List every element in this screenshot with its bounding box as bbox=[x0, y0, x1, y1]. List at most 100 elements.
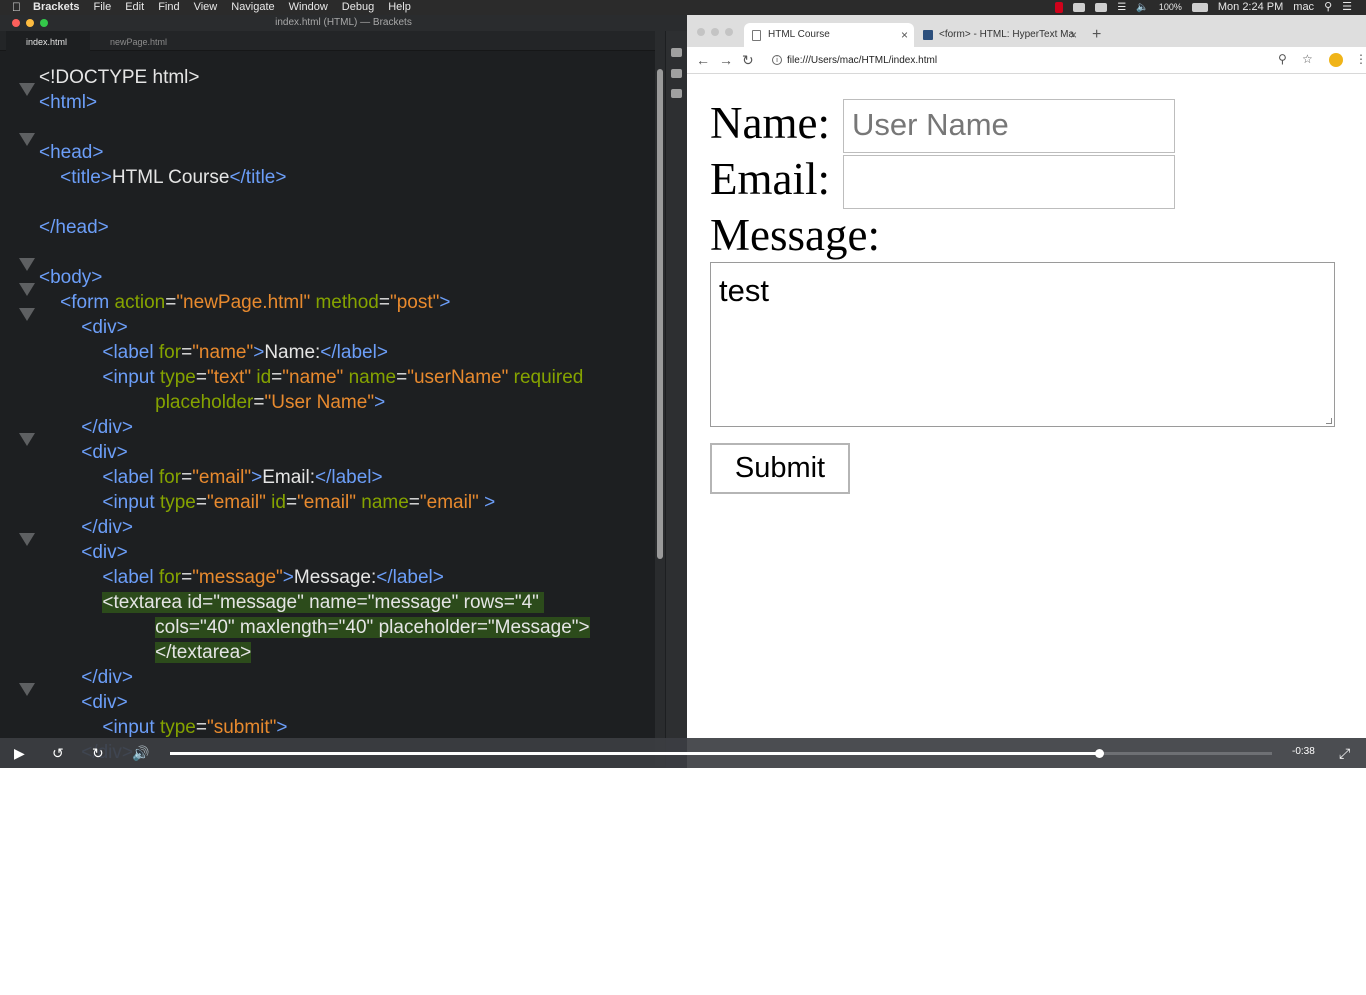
menu-item-debug[interactable]: Debug bbox=[342, 0, 374, 15]
address-bar[interactable]: i file:///Users/mac/HTML/index.html bbox=[767, 51, 1307, 70]
fold-arrow-icon[interactable] bbox=[19, 258, 35, 271]
home-icon[interactable] bbox=[671, 89, 682, 98]
fold-arrow-icon[interactable] bbox=[19, 133, 35, 146]
volume-icon[interactable]: 🔊 bbox=[132, 745, 149, 761]
menu-item-find[interactable]: Find bbox=[158, 0, 179, 15]
creative-cloud-icon[interactable] bbox=[1073, 3, 1086, 12]
menu-item-view[interactable]: View bbox=[194, 0, 218, 15]
zoom-window-button[interactable] bbox=[40, 19, 48, 27]
name-input[interactable]: User Name bbox=[843, 99, 1175, 153]
volume-icon[interactable]: 🔈 bbox=[1136, 0, 1148, 15]
name-label: Name: bbox=[710, 98, 830, 148]
forward-skip-icon[interactable]: ↻ bbox=[92, 745, 104, 761]
rewind-icon[interactable]: ↺ bbox=[52, 745, 64, 761]
code-token: = bbox=[378, 292, 390, 313]
close-tab-icon[interactable]: × bbox=[901, 23, 908, 47]
dropbox-icon[interactable] bbox=[1095, 3, 1108, 12]
email-input[interactable] bbox=[843, 155, 1175, 209]
progress-track[interactable] bbox=[170, 749, 1272, 758]
browser-tab-mdn[interactable]: <form> - HTML: HyperText Ma × bbox=[915, 23, 1083, 47]
code-line: placeholder="User Name"> bbox=[39, 390, 649, 415]
editor-tab-index[interactable]: index.html bbox=[6, 31, 90, 51]
reload-icon[interactable]: ↻ bbox=[742, 51, 754, 69]
back-icon[interactable]: ← bbox=[696, 51, 710, 69]
profile-avatar-icon[interactable] bbox=[1329, 53, 1343, 67]
message-textarea[interactable]: test bbox=[710, 262, 1335, 427]
code-token: = bbox=[271, 367, 283, 388]
browser-close-button[interactable] bbox=[697, 28, 705, 36]
brackets-editor: index.html (HTML) — Brackets index.html … bbox=[0, 15, 687, 768]
video-controls: ▶ ↺ ↻ 🔊 -0:38 ⤢ bbox=[0, 738, 1366, 768]
code-token: "email" bbox=[206, 492, 266, 513]
code-token: <div> bbox=[81, 317, 128, 338]
fold-arrow-icon[interactable] bbox=[19, 533, 35, 546]
menu-item-brackets[interactable]: Brackets bbox=[33, 0, 79, 15]
browser-tab-html-course[interactable]: HTML Course × bbox=[744, 23, 914, 47]
code-token: "email" bbox=[192, 467, 252, 488]
fold-arrow-icon[interactable] bbox=[19, 308, 35, 321]
code-token: required bbox=[508, 367, 584, 388]
spotlight-icon[interactable]: ⚲ bbox=[1324, 0, 1332, 15]
code-token: </div> bbox=[81, 667, 133, 688]
browser-minimize-button[interactable] bbox=[711, 28, 719, 36]
code-token: <div> bbox=[81, 692, 128, 713]
resize-grip-icon[interactable] bbox=[1326, 418, 1332, 424]
menu-item-window[interactable]: Window bbox=[289, 0, 328, 15]
code-token: "post" bbox=[389, 292, 440, 313]
wifi-icon[interactable]: ☰ bbox=[1117, 0, 1126, 15]
code-area[interactable]: <!DOCTYPE html> <html> <head> <title>HTML … bbox=[39, 65, 649, 765]
code-line: </div> bbox=[39, 415, 649, 440]
fold-arrow-icon[interactable] bbox=[19, 433, 35, 446]
progress-knob[interactable] bbox=[1094, 749, 1104, 758]
user-name[interactable]: mac bbox=[1293, 0, 1314, 15]
fold-arrow-icon[interactable] bbox=[19, 83, 35, 96]
fold-arrow-icon[interactable] bbox=[19, 283, 35, 296]
fullscreen-icon[interactable]: ⤢ bbox=[1339, 745, 1350, 761]
menu-dots-icon[interactable]: ⋮ bbox=[1355, 52, 1366, 66]
code-token: </label> bbox=[376, 567, 444, 588]
close-window-button[interactable] bbox=[12, 19, 20, 27]
close-tab-icon[interactable]: × bbox=[1070, 23, 1077, 47]
code-token: </label> bbox=[320, 342, 388, 363]
code-line: <form action="newPage.html" method="post… bbox=[39, 290, 649, 315]
record-icon[interactable] bbox=[1055, 2, 1064, 13]
submit-button[interactable]: Submit bbox=[710, 443, 850, 494]
editor-scrollbar-thumb[interactable] bbox=[657, 69, 663, 559]
live-preview-icon[interactable] bbox=[671, 48, 682, 57]
code-token: "userName" bbox=[407, 367, 509, 388]
extension-manager-icon[interactable] bbox=[671, 69, 682, 78]
notification-center-icon[interactable]: ☰ bbox=[1342, 0, 1352, 15]
editor-tab-newpage[interactable]: newPage.html bbox=[90, 31, 190, 51]
code-token: method bbox=[310, 292, 379, 313]
code-line: cols="40" maxlength="40" placeholder="Me… bbox=[39, 615, 649, 640]
menu-item-edit[interactable]: Edit bbox=[125, 0, 144, 15]
fold-arrow-icon[interactable] bbox=[19, 683, 35, 696]
menu-item-navigate[interactable]: Navigate bbox=[231, 0, 274, 15]
bookmark-star-icon[interactable]: ☆ bbox=[1302, 52, 1313, 66]
battery-icon[interactable] bbox=[1191, 3, 1208, 12]
clock[interactable]: Mon 2:24 PM bbox=[1218, 0, 1283, 15]
zoom-icon[interactable]: ⚲ bbox=[1278, 52, 1287, 66]
apple-icon[interactable]:  bbox=[12, 0, 21, 15]
code-token: <input bbox=[102, 367, 160, 388]
play-icon[interactable]: ▶ bbox=[14, 745, 25, 761]
code-token: = bbox=[396, 367, 408, 388]
minimize-window-button[interactable] bbox=[26, 19, 34, 27]
code-line: <html> bbox=[39, 90, 649, 115]
browser-zoom-button[interactable] bbox=[725, 28, 733, 36]
menu-item-help[interactable]: Help bbox=[388, 0, 411, 15]
code-token: "text" bbox=[206, 367, 252, 388]
menu-item-file[interactable]: File bbox=[93, 0, 111, 15]
code-token: <div> bbox=[81, 442, 128, 463]
code-token: <textarea id="message" name="message" ro… bbox=[102, 592, 545, 613]
code-token: "submit" bbox=[206, 717, 277, 738]
fold-gutter bbox=[0, 52, 36, 752]
screen:  Brackets File Edit Find View Navigate Window… bbox=[0, 0, 1366, 768]
forward-icon[interactable]: → bbox=[719, 51, 733, 69]
info-icon[interactable]: i bbox=[772, 55, 782, 65]
editor-side-toolbar bbox=[666, 31, 687, 768]
editor-scrollbar[interactable] bbox=[655, 31, 665, 766]
new-tab-button[interactable]: + bbox=[1092, 25, 1101, 45]
